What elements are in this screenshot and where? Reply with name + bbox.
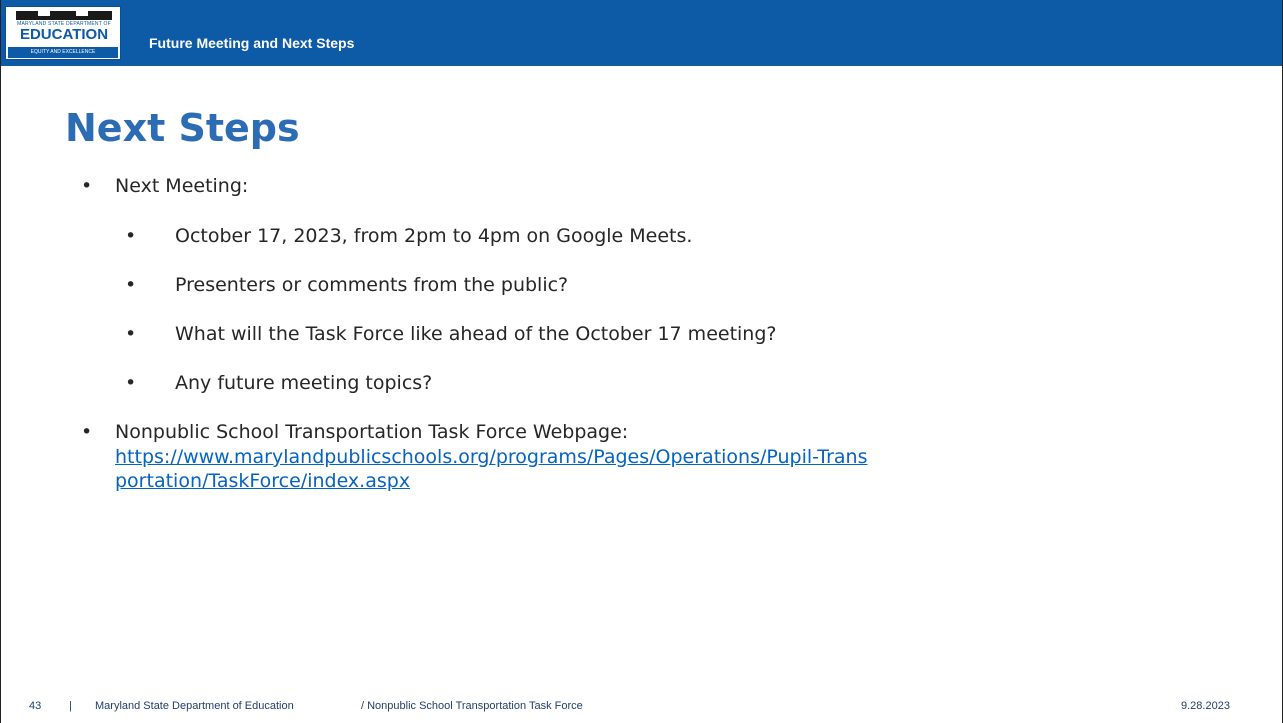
task-force-webpage-link[interactable]: https://www.marylandpublicschools.org/pr… bbox=[115, 445, 875, 493]
footer-task-force: / Nonpublic School Transportation Task F… bbox=[361, 700, 583, 712]
footer-organization: Maryland State Department of Education bbox=[95, 700, 294, 712]
footer-separator: | bbox=[69, 700, 72, 712]
footer-date: 9.28.2023 bbox=[1181, 700, 1230, 712]
sub-bullet-text: Any future meeting topics? bbox=[175, 372, 433, 394]
bullet-dot: • bbox=[125, 372, 137, 394]
sub-bullet-text: What will the Task Force like ahead of t… bbox=[175, 323, 777, 345]
page-number: 43 bbox=[29, 700, 42, 712]
footer: 43 | Maryland State Department of Educat… bbox=[1, 700, 1282, 723]
bullet-dot: • bbox=[81, 175, 93, 197]
slide: MARYLAND STATE DEPARTMENT OF EDUCATION E… bbox=[0, 0, 1283, 723]
bullet-dot: • bbox=[125, 225, 137, 247]
bullet-dot: • bbox=[81, 421, 93, 443]
bullet-text: Nonpublic School Transportation Task For… bbox=[115, 421, 629, 443]
bullet-text: Next Meeting: bbox=[115, 175, 249, 197]
bullet-dot: • bbox=[125, 274, 137, 296]
bullet-dot: • bbox=[125, 323, 137, 345]
sub-bullet-text: October 17, 2023, from 2pm to 4pm on Goo… bbox=[175, 225, 693, 247]
slide-content: • Next Meeting: • October 17, 2023, from… bbox=[1, 0, 1282, 723]
sub-bullet-text: Presenters or comments from the public? bbox=[175, 274, 569, 296]
